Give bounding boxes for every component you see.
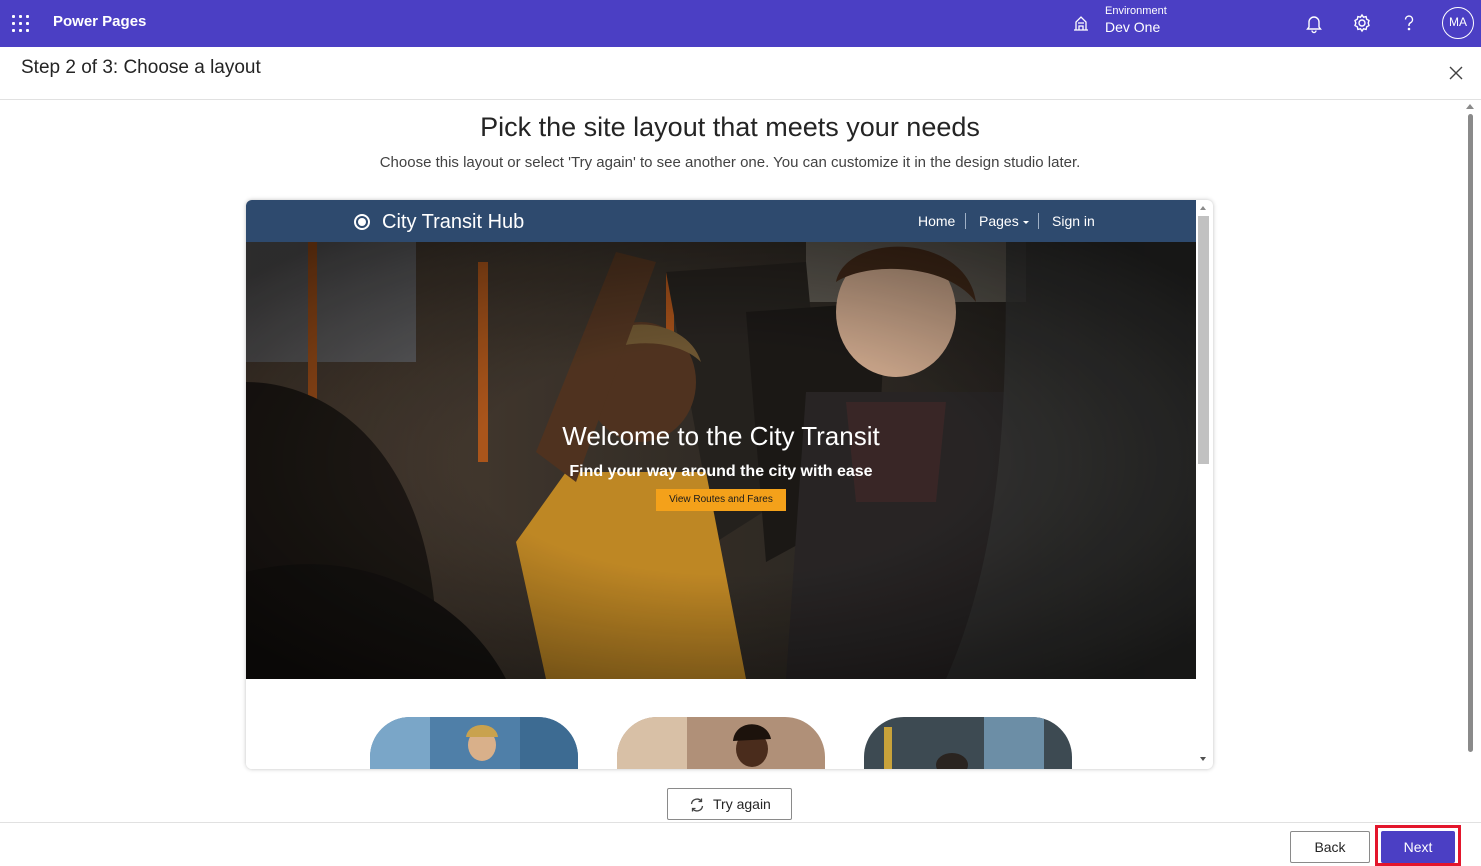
card-image xyxy=(864,717,1072,769)
gear-icon[interactable] xyxy=(1351,12,1373,34)
page-scrollbar-thumb[interactable] xyxy=(1468,114,1473,752)
site-name: City Transit Hub xyxy=(382,211,525,233)
page-heading: Pick the site layout that meets your nee… xyxy=(480,112,980,142)
preview-scroll-down-arrow[interactable] xyxy=(1200,757,1206,761)
preview-scroll-up-arrow[interactable] xyxy=(1200,206,1206,210)
step-title: Step 2 of 3: Choose a layout xyxy=(21,57,261,78)
site-nav-bar: City Transit Hub Home Pages Sign in xyxy=(246,200,1196,242)
page-scroll-up-arrow[interactable] xyxy=(1466,104,1474,109)
nav-separator xyxy=(1038,213,1039,229)
site-logo-icon xyxy=(354,214,370,230)
next-button-highlight: Next xyxy=(1375,825,1461,866)
site-nav-sign-in[interactable]: Sign in xyxy=(1052,213,1095,229)
environment-selector[interactable]: Dev One xyxy=(1105,19,1160,35)
back-button[interactable]: Back xyxy=(1290,831,1370,863)
card-image xyxy=(617,717,825,769)
environment-label: Environment xyxy=(1105,5,1167,17)
app-title: Power Pages xyxy=(53,13,147,30)
divider xyxy=(0,822,1481,823)
refresh-icon xyxy=(690,798,704,812)
cards-section xyxy=(246,679,1196,769)
page-subheading: Choose this layout or select 'Try again'… xyxy=(379,154,1081,171)
view-routes-button[interactable]: View Routes and Fares xyxy=(656,489,786,511)
app-launcher-icon[interactable] xyxy=(12,15,29,32)
layout-preview: City Transit Hub Home Pages Sign in Welc… xyxy=(246,200,1213,769)
try-again-label: Try again xyxy=(713,796,771,812)
app-bar: Power Pages Environment Dev One MA xyxy=(0,0,1481,47)
hero-section: Welcome to the City Transit Find your wa… xyxy=(246,242,1196,679)
environment-icon xyxy=(1074,16,1088,31)
site-nav-pages[interactable]: Pages xyxy=(979,213,1029,229)
site-nav-home[interactable]: Home xyxy=(918,213,955,229)
close-icon[interactable] xyxy=(1447,64,1465,82)
site-nav-pages-label: Pages xyxy=(979,213,1019,229)
divider xyxy=(0,99,1481,100)
hero-subtitle: Find your way around the city with ease xyxy=(569,463,873,480)
user-avatar[interactable]: MA xyxy=(1442,7,1474,39)
card-image xyxy=(370,717,578,769)
next-button[interactable]: Next xyxy=(1381,831,1455,863)
preview-scrollbar-thumb[interactable] xyxy=(1198,216,1209,464)
hero-title: Welcome to the City Transit xyxy=(562,421,880,451)
hero-photo xyxy=(246,242,1196,679)
chevron-down-icon xyxy=(1022,220,1029,224)
nav-separator xyxy=(965,213,966,229)
try-again-button[interactable]: Try again xyxy=(667,788,792,820)
help-icon[interactable] xyxy=(1398,12,1420,34)
bell-icon[interactable] xyxy=(1303,12,1325,34)
